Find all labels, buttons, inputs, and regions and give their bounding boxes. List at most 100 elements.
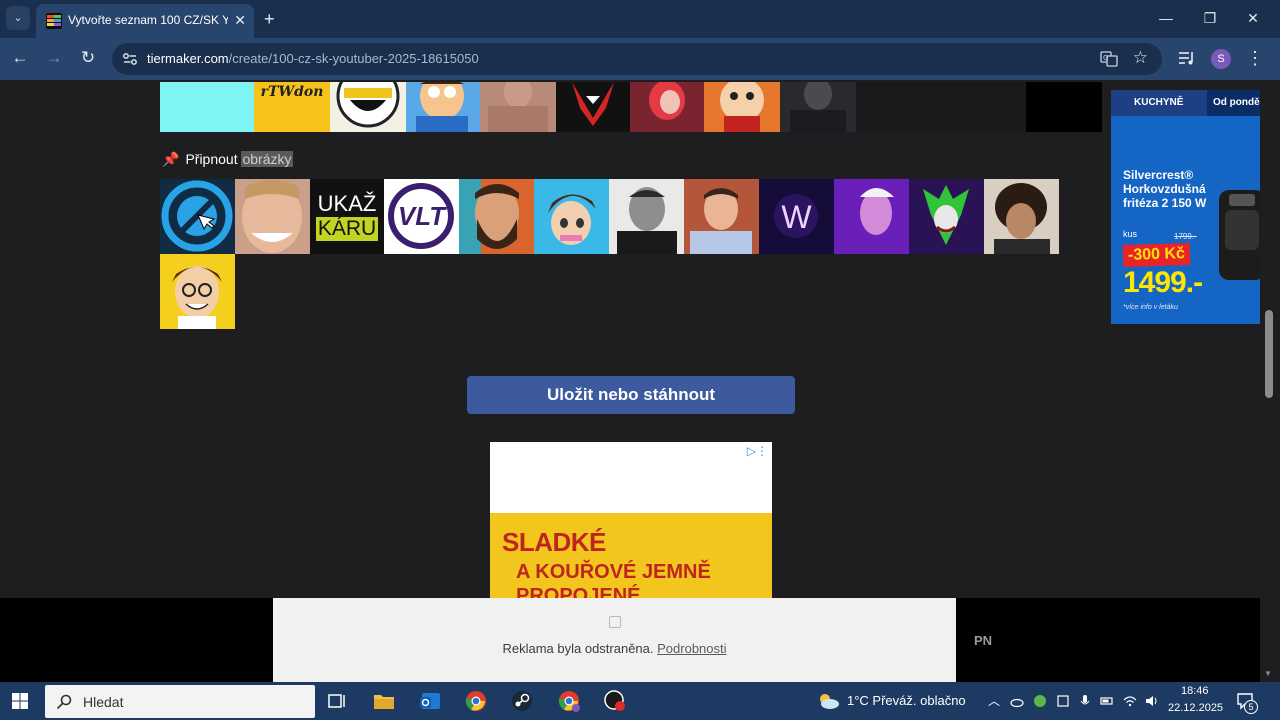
adchoices-icon[interactable]: ▷ xyxy=(747,444,756,458)
tab-close-icon[interactable]: ✕ xyxy=(234,12,246,28)
ad-menu-icon[interactable]: ⋮ xyxy=(756,444,768,458)
tier-row-images: rTWdon xyxy=(160,82,1102,132)
thumb-text-ukaz: UKAŽ xyxy=(317,191,377,216)
pin-label-selected: obrázky xyxy=(241,151,293,167)
advertisement-right[interactable]: KUCHYNĚ Od pondělí Silvercrest® Horkovzd… xyxy=(1111,90,1260,324)
details-link[interactable]: Podrobnosti xyxy=(657,641,726,656)
save-or-download-button[interactable]: Uložit nebo stáhnout xyxy=(467,376,795,414)
browser-tab-tiermaker[interactable]: Vytvořte seznam 100 CZ/SK YOUTUBER 2025 … xyxy=(36,4,254,38)
browser-menu-icon[interactable]: ⋮ xyxy=(1246,47,1264,69)
tray-app-window-icon[interactable] xyxy=(1056,694,1070,708)
tier-thumb-man-shirtless[interactable] xyxy=(480,82,556,132)
tiermaker-thumb-10[interactable] xyxy=(834,179,909,254)
tiermaker-thumb-01[interactable] xyxy=(160,179,235,254)
pushpin-icon: 📌 xyxy=(162,151,180,167)
forward-arrow-icon[interactable]: → xyxy=(43,47,65,69)
tiermaker-thumb-07[interactable] xyxy=(609,179,684,254)
ad-right-price: 1499.- xyxy=(1123,266,1203,299)
tiermaker-thumb-13[interactable] xyxy=(160,254,235,329)
task-view-icon[interactable] xyxy=(325,689,349,713)
photo-icon xyxy=(790,82,846,132)
file-explorer-icon[interactable] xyxy=(372,689,396,713)
tiermaker-thumb-08[interactable] xyxy=(684,179,759,254)
translate-icon[interactable]: G xyxy=(1100,50,1118,68)
tier-thumb-red-wolf[interactable] xyxy=(556,82,630,132)
tier-thumb-cartoon-face[interactable] xyxy=(704,82,780,132)
tier-thumb-logo-round[interactable] xyxy=(330,82,406,132)
removed-ad-box: Reklama byla odstraněna. Podrobnosti xyxy=(273,598,956,682)
svg-text:G: G xyxy=(1103,54,1108,62)
tier-thumb-black[interactable] xyxy=(1026,82,1102,132)
reload-icon[interactable]: ↻ xyxy=(77,47,99,69)
clock-time[interactable]: 18:46 xyxy=(1181,685,1209,697)
windows-start-icon[interactable] xyxy=(12,693,28,709)
outlook-icon[interactable] xyxy=(418,689,442,713)
tiermaker-thumb-09[interactable]: W xyxy=(759,179,834,254)
site-settings-icon[interactable] xyxy=(122,51,138,67)
man-photo-icon xyxy=(690,188,752,254)
page-scrollbar[interactable]: ▼ xyxy=(1260,80,1280,682)
chrome-icon[interactable] xyxy=(464,689,488,713)
ad-banner-yellow: SLADKÉ A KOUŘOVÉ JEMNĚ PROPOJENÉ xyxy=(490,513,772,602)
advertisement-center[interactable]: ▷ ⋮ SLADKÉ A KOUŘOVÉ JEMNĚ PROPOJENÉ xyxy=(490,442,772,602)
browser-toolbar: ← → ↻ tiermaker.com/create/100-cz-sk-you… xyxy=(0,38,1280,80)
profile-avatar[interactable]: S xyxy=(1211,49,1231,69)
recording-app-icon[interactable] xyxy=(603,689,627,713)
tray-app-green-icon[interactable] xyxy=(1033,694,1047,708)
microphone-icon[interactable] xyxy=(1078,694,1092,708)
tier-thumb-rtwdon[interactable]: rTWdon xyxy=(254,82,330,132)
pn-label: PN xyxy=(974,633,993,648)
tier-thumb-cyan[interactable] xyxy=(160,82,254,132)
back-arrow-icon[interactable]: ← xyxy=(9,47,31,69)
taskbar-search-box[interactable]: Hledat xyxy=(45,685,315,718)
ad-right-unit: kus xyxy=(1123,229,1138,239)
cartoon-glasses-boy-icon xyxy=(172,266,222,329)
steam-icon[interactable] xyxy=(510,689,534,713)
scrollbar-thumb[interactable] xyxy=(1265,310,1273,398)
cartoon-boy-icon xyxy=(548,194,596,245)
tiermaker-thumb-12[interactable] xyxy=(984,179,1059,254)
media-control-icon[interactable] xyxy=(1178,50,1196,66)
ad-right-date: Od pondělí xyxy=(1207,90,1260,116)
tab-search-chevron-icon[interactable]: ⌄ xyxy=(6,6,30,30)
removed-ad-bar: Reklama byla odstraněna. Podrobnosti PN xyxy=(0,598,1260,682)
browser-tab-bar: ⌄ Vytvořte seznam 100 CZ/SK YOUTUBER 202… xyxy=(0,0,1280,38)
cartoon-man-icon xyxy=(416,82,468,132)
removed-ad-text: Reklama byla odstraněna. Podrobnosti xyxy=(273,641,956,656)
volume-icon[interactable] xyxy=(1145,694,1159,708)
joker-logo-icon xyxy=(923,185,969,245)
onedrive-icon[interactable] xyxy=(1010,694,1024,708)
tier-thumb-cartoon-man[interactable] xyxy=(406,82,480,132)
round-logo-icon xyxy=(336,82,400,128)
address-bar[interactable]: tiermaker.com/create/100-cz-sk-youtuber-… xyxy=(112,43,1162,75)
tiermaker-thumb-02[interactable] xyxy=(235,179,310,254)
removed-ad-icon xyxy=(609,616,621,628)
tab-title: Vytvořte seznam 100 CZ/SK YOUTUBER 2025 xyxy=(68,13,228,27)
pin-images-label[interactable]: 📌 Připnout obrázky xyxy=(162,151,293,168)
ad-right-old-price: 1799.- xyxy=(1174,232,1197,241)
new-tab-button[interactable]: + xyxy=(264,9,275,29)
tier-thumb-red-hair[interactable] xyxy=(630,82,704,132)
weather-text[interactable]: 1°C Převáž. oblačno xyxy=(847,693,966,708)
wifi-icon[interactable] xyxy=(1123,694,1137,708)
battery-icon[interactable] xyxy=(1100,694,1114,708)
tier-thumb-dark-man[interactable] xyxy=(780,82,856,132)
tiermaker-thumb-11[interactable] xyxy=(909,179,984,254)
close-window-button[interactable]: ✕ xyxy=(1243,8,1263,28)
tray-chevron-up-icon[interactable]: ︿ xyxy=(988,694,1002,708)
tiermaker-thumb-06[interactable] xyxy=(534,179,609,254)
scroll-down-arrow-icon[interactable]: ▼ xyxy=(1264,669,1272,678)
taskbar-search-placeholder: Hledat xyxy=(83,694,124,710)
chrome-profile-icon[interactable] xyxy=(557,689,581,713)
weather-cloud-icon[interactable] xyxy=(816,691,840,711)
maximize-button[interactable]: ❐ xyxy=(1200,8,1220,28)
photo-icon xyxy=(649,82,685,120)
tiermaker-thumb-03[interactable]: UKAŽ KÁRU xyxy=(310,179,384,254)
url-text: tiermaker.com/create/100-cz-sk-youtuber-… xyxy=(147,51,479,66)
thumb-label: rTWdon xyxy=(260,84,324,100)
clock-date[interactable]: 22.12.2025 xyxy=(1168,702,1223,714)
minimize-button[interactable]: — xyxy=(1156,8,1176,28)
bookmark-star-icon[interactable]: ☆ xyxy=(1133,48,1148,68)
tiermaker-thumb-04[interactable]: VLT xyxy=(384,179,459,254)
tiermaker-thumb-05[interactable] xyxy=(459,179,534,254)
